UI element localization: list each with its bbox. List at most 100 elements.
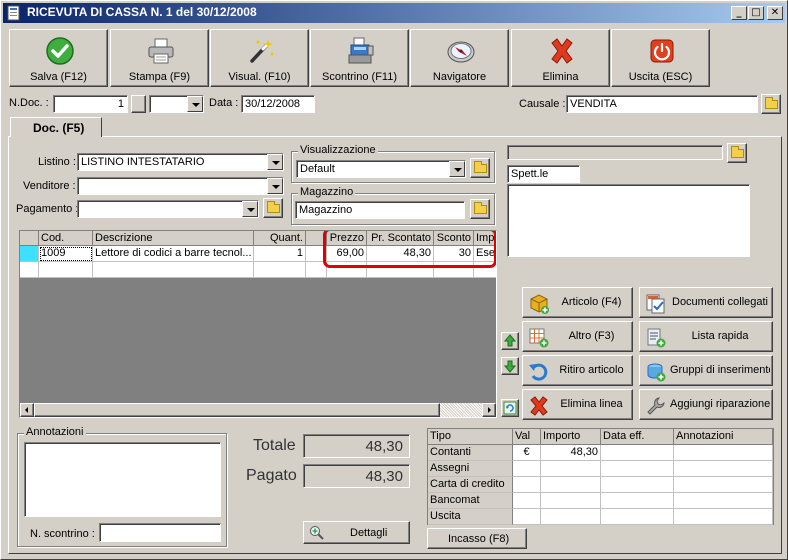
new-row-cell[interactable] bbox=[93, 262, 254, 278]
new-row-selector[interactable] bbox=[20, 262, 39, 278]
payment-amount[interactable] bbox=[541, 493, 601, 509]
exit-button[interactable]: Uscita (ESC) bbox=[611, 29, 710, 87]
elimina-linea-button[interactable]: Elimina linea bbox=[522, 389, 633, 420]
delete-button[interactable]: Elimina bbox=[511, 29, 610, 87]
payment-note[interactable] bbox=[674, 509, 773, 525]
payment-amount[interactable] bbox=[541, 509, 601, 525]
horizontal-scrollbar[interactable] bbox=[20, 403, 496, 417]
customer-code-field[interactable] bbox=[507, 145, 723, 160]
documenti-collegati-button[interactable]: Documenti collegati bbox=[639, 287, 773, 318]
pagamento-select[interactable] bbox=[77, 200, 259, 218]
listino-value: LISTINO INTESTATARIO bbox=[81, 156, 205, 168]
lista-rapida-button[interactable]: Lista rapida bbox=[639, 321, 773, 352]
navigator-button[interactable]: Navigatore bbox=[410, 29, 509, 87]
ndoc-label: N.Doc. : bbox=[9, 97, 49, 109]
payment-amount[interactable]: 48,30 bbox=[541, 445, 601, 461]
payment-date[interactable] bbox=[601, 477, 674, 493]
scroll-thumb[interactable] bbox=[34, 403, 440, 417]
spett-input[interactable]: Spett.le bbox=[507, 165, 580, 183]
aggiungi-riparazione-button[interactable]: Aggiungi riparazione bbox=[639, 389, 773, 420]
col-data-eff: Data eff. bbox=[601, 429, 674, 445]
scroll-right-button[interactable] bbox=[482, 403, 496, 417]
chevron-down-icon[interactable] bbox=[267, 178, 283, 194]
payment-note[interactable] bbox=[674, 477, 773, 493]
chevron-down-icon[interactable] bbox=[449, 161, 465, 177]
ndoc-series-select[interactable] bbox=[149, 95, 204, 113]
save-button[interactable]: Salva (F12) bbox=[9, 29, 108, 87]
payment-note[interactable] bbox=[674, 493, 773, 509]
gruppi-inserimento-button[interactable]: Gruppi di inserimento bbox=[639, 355, 773, 386]
visualizzazione-browse-button[interactable] bbox=[470, 158, 490, 178]
dettagli-button[interactable]: Dettagli bbox=[303, 521, 410, 544]
col-quant[interactable]: Quant. bbox=[254, 231, 306, 246]
chevron-down-icon[interactable] bbox=[187, 96, 203, 112]
payment-currency[interactable]: € bbox=[513, 445, 541, 461]
minimize-button[interactable]: _ bbox=[731, 6, 747, 20]
move-down-button[interactable] bbox=[501, 357, 519, 375]
causale-input[interactable]: VENDITA bbox=[566, 95, 758, 113]
lines-grid[interactable]: Cod. Descrizione Quant. Prezzo Pr. Scont… bbox=[19, 230, 497, 418]
payment-note[interactable] bbox=[674, 445, 773, 461]
payment-type: Bancomat bbox=[428, 493, 513, 509]
col-cod[interactable]: Cod. bbox=[39, 231, 93, 246]
preview-button[interactable]: Visual. (F10) bbox=[210, 29, 309, 87]
ritiro-articolo-button[interactable]: Ritiro articolo bbox=[522, 355, 633, 386]
incasso-button[interactable]: Incasso (F8) bbox=[427, 528, 527, 549]
customer-address-box[interactable] bbox=[507, 184, 750, 257]
cell-descrizione[interactable]: Lettore di codici a barre tecnol... bbox=[93, 246, 254, 262]
payment-currency[interactable] bbox=[513, 461, 541, 477]
chevron-down-icon[interactable] bbox=[267, 154, 283, 170]
customer-browse-button[interactable] bbox=[727, 143, 747, 163]
listino-select[interactable]: LISTINO INTESTATARIO bbox=[77, 153, 284, 171]
printer-icon bbox=[148, 38, 174, 64]
new-row-cell[interactable] bbox=[254, 262, 306, 278]
ndoc-suffix-button[interactable] bbox=[131, 95, 146, 113]
altro-button[interactable]: Altro (F3) bbox=[522, 321, 633, 352]
pagamento-browse-button[interactable] bbox=[263, 198, 283, 218]
date-input[interactable]: 30/12/2008 bbox=[241, 95, 315, 113]
title-bar[interactable]: RICEVUTA DI CASSA N. 1 del 30/12/2008 _ … bbox=[3, 3, 785, 23]
refresh-button[interactable] bbox=[501, 399, 519, 417]
folder-icon bbox=[474, 161, 487, 173]
payment-date[interactable] bbox=[601, 445, 674, 461]
scroll-left-button[interactable] bbox=[20, 403, 34, 417]
payment-amount[interactable] bbox=[541, 477, 601, 493]
undo-icon bbox=[529, 363, 548, 381]
annotazioni-textarea[interactable] bbox=[24, 442, 221, 517]
payments-grid[interactable]: Tipo Val Importo Data eff. Annotazioni C… bbox=[427, 428, 774, 525]
payment-note[interactable] bbox=[674, 461, 773, 477]
ndoc-input[interactable]: 1 bbox=[53, 95, 128, 113]
payment-date[interactable] bbox=[601, 493, 674, 509]
payment-currency[interactable] bbox=[513, 509, 541, 525]
maximize-button[interactable]: □ bbox=[748, 6, 764, 20]
row-selector[interactable] bbox=[20, 246, 39, 262]
tab-doc[interactable]: Doc. (F5) bbox=[10, 117, 102, 137]
navigator-label: Navigatore bbox=[432, 71, 487, 83]
scroll-track[interactable] bbox=[440, 403, 482, 417]
causale-browse-button[interactable] bbox=[761, 94, 781, 114]
visualizzazione-select[interactable]: Default bbox=[296, 160, 466, 178]
payment-currency[interactable] bbox=[513, 477, 541, 493]
magazzino-input[interactable]: Magazzino bbox=[295, 201, 465, 219]
payment-amount[interactable] bbox=[541, 461, 601, 477]
scontrino-input[interactable] bbox=[99, 523, 221, 542]
print-button[interactable]: Stampa (F9) bbox=[110, 29, 209, 87]
cell-quant[interactable]: 1 bbox=[254, 246, 306, 262]
payment-date[interactable] bbox=[601, 461, 674, 477]
print-label: Stampa (F9) bbox=[128, 71, 191, 83]
col-descrizione[interactable]: Descrizione bbox=[93, 231, 254, 246]
payment-date[interactable] bbox=[601, 509, 674, 525]
chevron-down-icon[interactable] bbox=[242, 201, 258, 217]
payment-currency[interactable] bbox=[513, 493, 541, 509]
delete-label: Elimina bbox=[542, 71, 579, 83]
venditore-select[interactable] bbox=[77, 177, 284, 195]
preview-label: Visual. (F10) bbox=[228, 71, 291, 83]
move-up-button[interactable] bbox=[501, 332, 519, 350]
articolo-button[interactable]: Articolo (F4) bbox=[522, 287, 633, 318]
col-importo: Importo bbox=[541, 429, 601, 445]
receipt-button[interactable]: Scontrino (F11) bbox=[310, 29, 409, 87]
close-button[interactable]: ✕ bbox=[767, 6, 783, 20]
new-row-cell[interactable] bbox=[39, 262, 93, 278]
cell-cod[interactable]: 1009 bbox=[39, 246, 93, 262]
magazzino-browse-button[interactable] bbox=[470, 199, 490, 219]
